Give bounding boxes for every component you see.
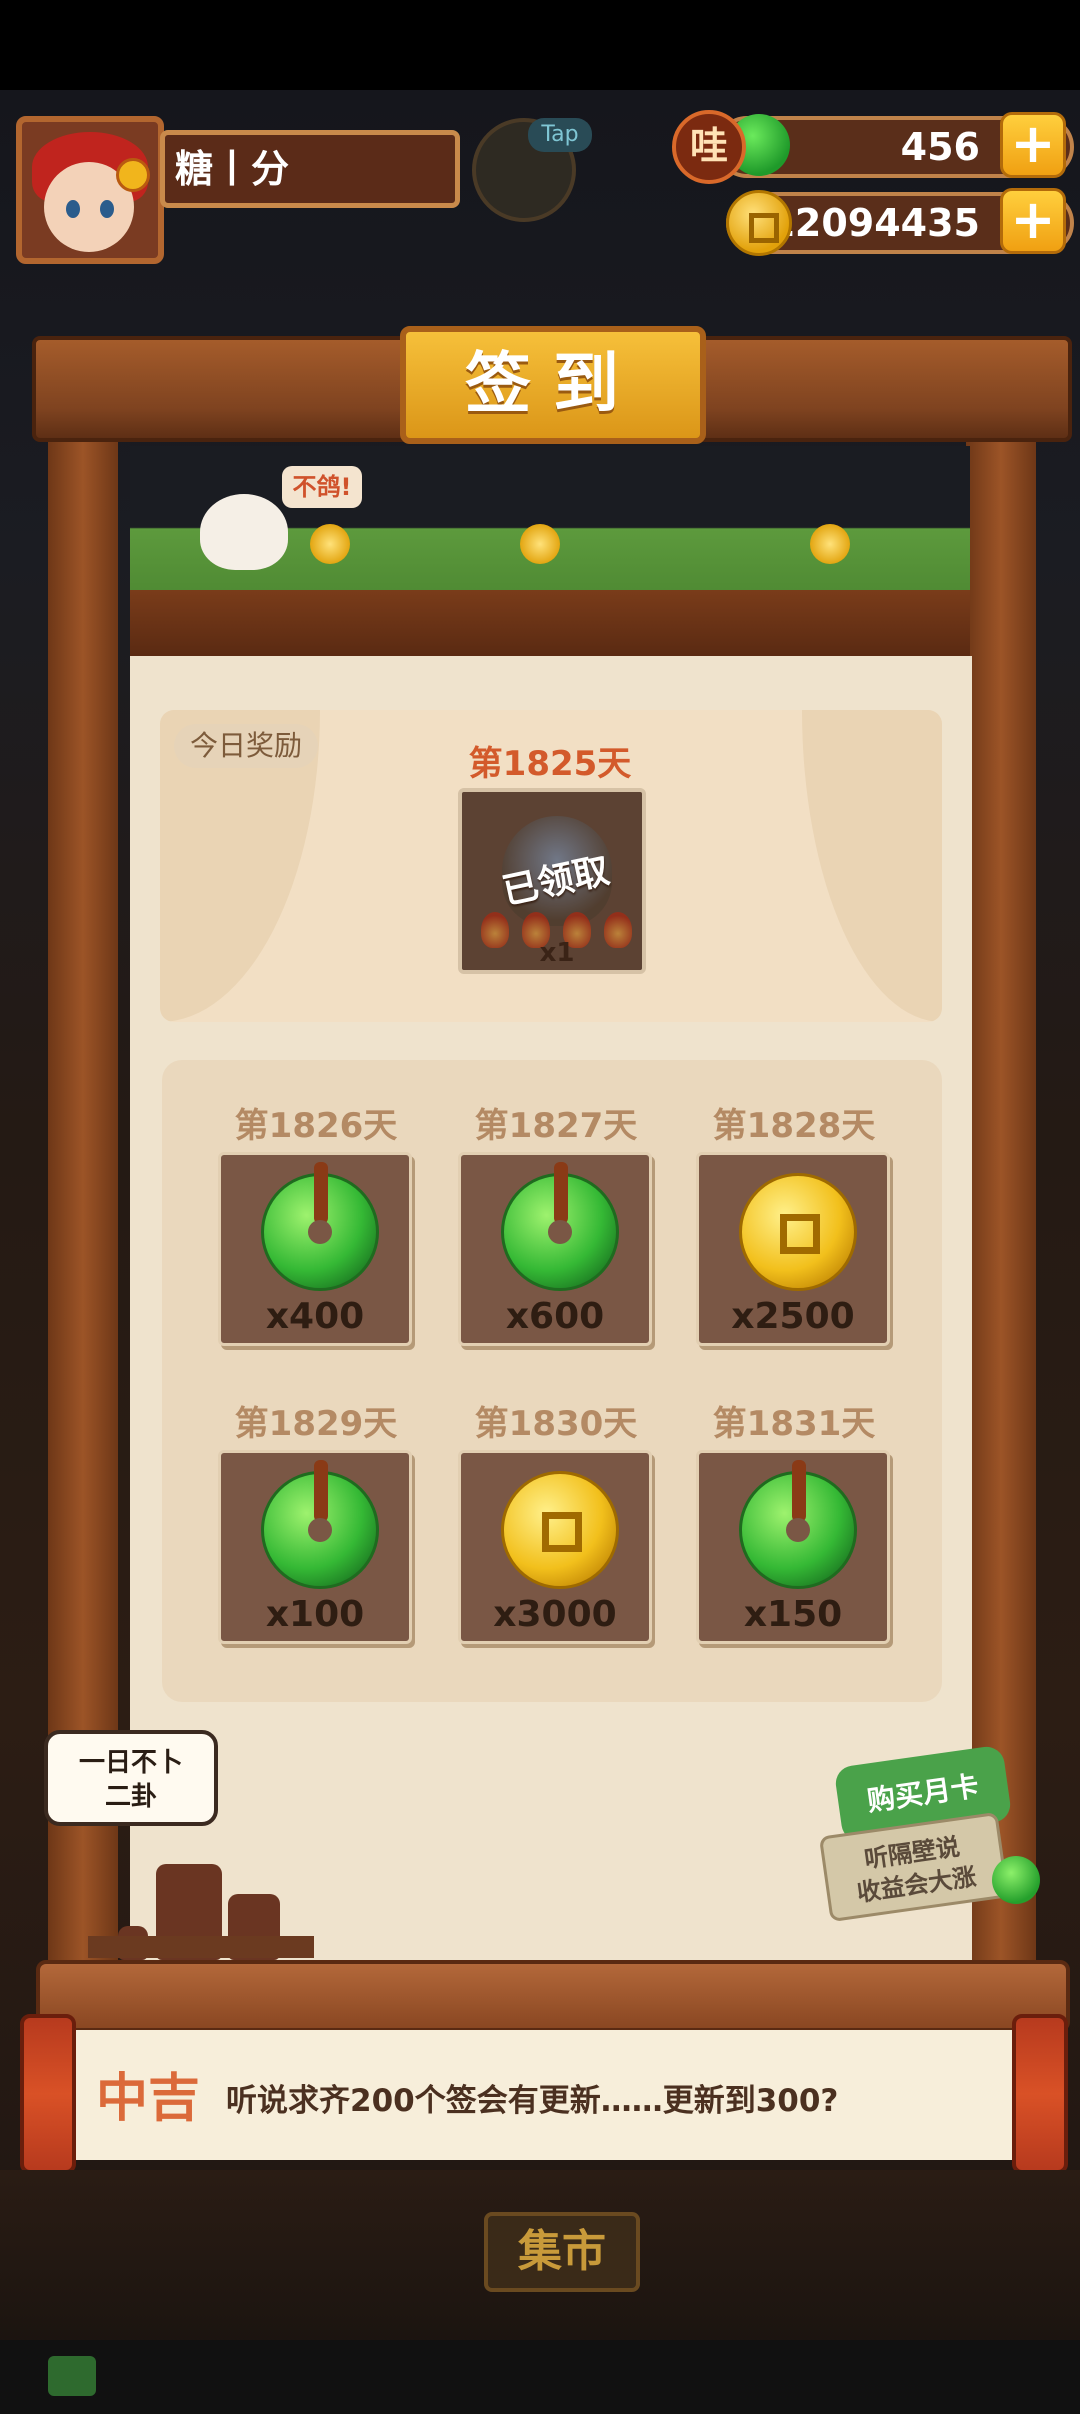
fortune-level: 中吉	[96, 2069, 201, 2129]
player-name: 糖丨分	[160, 130, 460, 208]
fortune-message: 听说求齐200个签会有更新……更新到300?	[226, 2083, 839, 2119]
add-jade-button[interactable]: +	[1000, 112, 1066, 178]
flower-icon	[310, 524, 350, 564]
player-avatar[interactable]	[16, 116, 164, 264]
speech-line: 二卦	[104, 1782, 157, 1812]
reward-day-label: 第1831天	[712, 1404, 876, 1444]
speech-line: 一日不卜	[78, 1748, 183, 1778]
chick-mascot	[200, 494, 288, 570]
reward-quantity: x3000	[493, 1594, 617, 1635]
reward-quantity: x2500	[731, 1296, 855, 1337]
flower-icon	[520, 524, 560, 564]
status-bar	[0, 0, 1080, 90]
bottom-left-button[interactable]	[48, 2356, 96, 2396]
jade-icon	[992, 1856, 1040, 1904]
add-coin-button[interactable]: +	[1000, 188, 1066, 254]
reward-day-label: 第1826天	[234, 1106, 398, 1146]
avatar-badge-icon	[116, 158, 150, 192]
reward-day-label: 第1830天	[474, 1404, 638, 1444]
popup-title: 签到	[400, 326, 706, 444]
reward-quantity: x150	[743, 1594, 843, 1635]
jade-icon	[261, 1460, 379, 1589]
reward-day-label: 第1829天	[234, 1404, 398, 1444]
jade-icon	[739, 1460, 857, 1589]
monthly-card-sign[interactable]: 购买月卡 听隔壁说 收益会大涨	[818, 1744, 1040, 1926]
reward-card-day-1828[interactable]: x2500	[696, 1152, 890, 1346]
avatar-eye	[100, 200, 114, 218]
wa-badge[interactable]: 哇	[672, 110, 746, 184]
reward-card-day-1827[interactable]: x600	[458, 1152, 652, 1346]
reward-card-day-1830[interactable]: x3000	[458, 1450, 652, 1644]
reward-day-label: 第1827天	[474, 1106, 638, 1146]
tap-hint: Tap	[528, 118, 592, 152]
flower-icon	[810, 524, 850, 564]
today-day-label: 第1825天	[468, 744, 632, 784]
coin-icon	[726, 190, 792, 256]
scroll-end-left	[20, 2014, 76, 2174]
jade-icon	[501, 1162, 619, 1291]
today-reward-card[interactable]: x1 已领取	[458, 788, 646, 974]
today-reward-quantity: x1	[539, 938, 575, 968]
reward-card-day-1829[interactable]: x100	[218, 1450, 412, 1644]
jade-icon	[261, 1162, 379, 1291]
avatar-eye	[66, 200, 80, 218]
reward-quantity: x100	[265, 1594, 365, 1635]
coin-icon	[739, 1173, 857, 1291]
roof-speech-bubble: 不鸽!	[282, 466, 362, 508]
reward-quantity: x600	[505, 1296, 605, 1337]
frame-bottom-beam	[36, 1960, 1070, 2032]
curtain-right	[802, 710, 942, 1022]
fortune-speech-bubble: 一日不卜 二卦	[44, 1730, 218, 1826]
reward-day-label: 第1828天	[712, 1106, 876, 1146]
reward-card-day-1831[interactable]: x150	[696, 1450, 890, 1644]
scroll-end-right	[1012, 2014, 1068, 2174]
market-sign[interactable]: 集市	[484, 2212, 640, 2292]
roof-beam	[130, 590, 970, 656]
today-reward-tag: 今日奖励	[174, 724, 318, 768]
reward-card-day-1826[interactable]: x400	[218, 1152, 412, 1346]
navigation-bar	[0, 2340, 1080, 2414]
shelf	[88, 1936, 314, 1958]
coin-icon	[501, 1471, 619, 1589]
reward-quantity: x400	[265, 1296, 365, 1337]
